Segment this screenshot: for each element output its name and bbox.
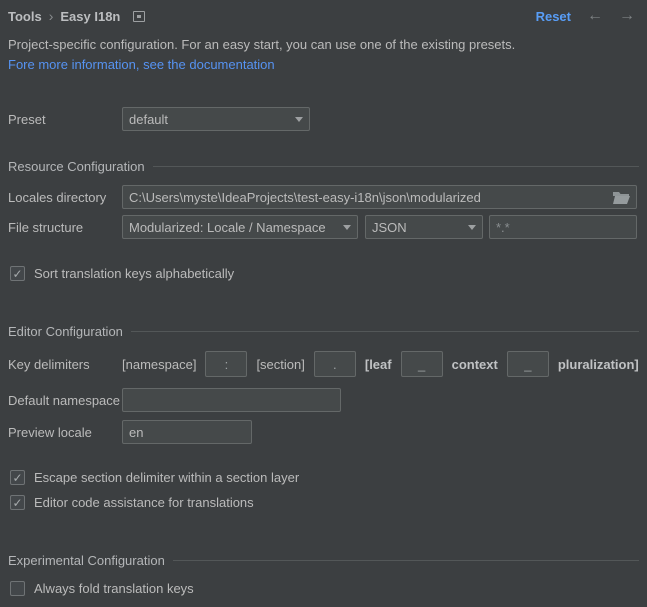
escape-section-label: Escape section delimiter within a sectio… bbox=[34, 470, 299, 485]
preset-selected-value: default bbox=[129, 112, 168, 127]
default-namespace-label: Default namespace bbox=[8, 393, 122, 408]
preview-locale-input[interactable] bbox=[129, 425, 245, 440]
key-delimiters-label: Key delimiters bbox=[8, 357, 122, 372]
preview-locale-label: Preview locale bbox=[8, 425, 122, 440]
leaf-bracket-label: [leaf bbox=[365, 357, 392, 372]
chevron-down-icon bbox=[468, 225, 476, 230]
resource-section-title: Resource Configuration bbox=[8, 159, 145, 174]
checkmark-icon: ✓ bbox=[12, 472, 22, 484]
checkmark-icon: ✓ bbox=[12, 268, 22, 280]
checkmark-icon: ✓ bbox=[12, 497, 22, 509]
sort-keys-checkbox-row[interactable]: ✓ Sort translation keys alphabetically bbox=[10, 266, 647, 281]
forward-arrow-icon[interactable]: → bbox=[619, 8, 635, 24]
context-delimiter-input[interactable] bbox=[404, 357, 440, 372]
preset-row: Preset default bbox=[8, 107, 647, 131]
file-format-selected-value: JSON bbox=[372, 220, 407, 235]
settings-page: Tools › Easy I18n Reset ← → Project-spec… bbox=[0, 0, 647, 607]
key-delimiters-controls: [namespace] [section] [leaf context plur… bbox=[122, 351, 639, 377]
pluralization-bracket-label: pluralization] bbox=[558, 357, 639, 372]
section-delimiter-field bbox=[314, 351, 356, 377]
preset-select[interactable]: default bbox=[122, 107, 310, 131]
section-delimiter-input[interactable] bbox=[317, 357, 353, 372]
always-fold-checkbox-row[interactable]: ✓ Always fold translation keys bbox=[10, 581, 647, 596]
section-divider bbox=[173, 560, 639, 561]
namespace-delimiter-input[interactable] bbox=[208, 357, 244, 372]
default-namespace-row: Default namespace bbox=[8, 388, 647, 412]
file-pattern-input[interactable] bbox=[496, 220, 630, 235]
editor-section-header: Editor Configuration bbox=[8, 324, 647, 339]
code-assistance-checkbox-row[interactable]: ✓ Editor code assistance for translation… bbox=[10, 495, 647, 510]
preset-label: Preset bbox=[8, 112, 122, 127]
escape-section-checkbox-row[interactable]: ✓ Escape section delimiter within a sect… bbox=[10, 470, 647, 485]
header-actions: Reset ← → bbox=[536, 8, 635, 24]
key-delimiters-row: Key delimiters [namespace] [section] [le… bbox=[8, 351, 647, 377]
editor-preview-icon[interactable] bbox=[133, 11, 145, 22]
file-structure-select[interactable]: Modularized: Locale / Namespace bbox=[122, 215, 358, 239]
chevron-right-icon: › bbox=[49, 9, 54, 23]
locales-directory-input[interactable] bbox=[129, 190, 607, 205]
reset-button[interactable]: Reset bbox=[536, 9, 571, 24]
code-assistance-checkbox[interactable]: ✓ bbox=[10, 495, 25, 510]
sort-keys-label: Sort translation keys alphabetically bbox=[34, 266, 234, 281]
documentation-link[interactable]: Fore more information, see the documenta… bbox=[8, 57, 275, 72]
section-divider bbox=[131, 331, 639, 332]
chevron-down-icon bbox=[295, 117, 303, 122]
context-delimiter-field bbox=[401, 351, 443, 377]
plural-delimiter-input[interactable] bbox=[510, 357, 546, 372]
file-pattern-field bbox=[489, 215, 637, 239]
locales-directory-row: Locales directory bbox=[8, 185, 647, 209]
header: Tools › Easy I18n Reset ← → bbox=[0, 0, 647, 24]
escape-section-checkbox[interactable]: ✓ bbox=[10, 470, 25, 485]
plural-delimiter-field bbox=[507, 351, 549, 377]
editor-section-title: Editor Configuration bbox=[8, 324, 123, 339]
breadcrumb: Tools › Easy I18n bbox=[8, 9, 145, 24]
always-fold-checkbox[interactable]: ✓ bbox=[10, 581, 25, 596]
file-structure-selected-value: Modularized: Locale / Namespace bbox=[129, 220, 326, 235]
locales-directory-label: Locales directory bbox=[8, 190, 122, 205]
chevron-down-icon bbox=[343, 225, 351, 230]
locales-directory-field bbox=[122, 185, 637, 209]
context-label: context bbox=[452, 357, 498, 372]
experimental-section-title: Experimental Configuration bbox=[8, 553, 165, 568]
breadcrumb-item-easy-i18n: Easy I18n bbox=[60, 9, 120, 24]
folder-icon[interactable] bbox=[613, 191, 630, 204]
section-bracket-label: [section] bbox=[256, 357, 304, 372]
description-text: Project-specific configuration. For an e… bbox=[8, 37, 647, 52]
experimental-section-header: Experimental Configuration bbox=[8, 553, 647, 568]
namespace-delimiter-field bbox=[205, 351, 247, 377]
file-structure-row: File structure Modularized: Locale / Nam… bbox=[8, 215, 647, 239]
preview-locale-row: Preview locale bbox=[8, 420, 647, 444]
code-assistance-label: Editor code assistance for translations bbox=[34, 495, 254, 510]
namespace-bracket-label: [namespace] bbox=[122, 357, 196, 372]
always-fold-label: Always fold translation keys bbox=[34, 581, 194, 596]
section-divider bbox=[153, 166, 639, 167]
default-namespace-field bbox=[122, 388, 341, 412]
file-format-select[interactable]: JSON bbox=[365, 215, 483, 239]
resource-section-header: Resource Configuration bbox=[8, 159, 647, 174]
breadcrumb-item-tools[interactable]: Tools bbox=[8, 9, 42, 24]
file-structure-label: File structure bbox=[8, 220, 122, 235]
preview-locale-field bbox=[122, 420, 252, 444]
back-arrow-icon[interactable]: ← bbox=[587, 8, 603, 24]
sort-keys-checkbox[interactable]: ✓ bbox=[10, 266, 25, 281]
default-namespace-input[interactable] bbox=[129, 393, 334, 408]
